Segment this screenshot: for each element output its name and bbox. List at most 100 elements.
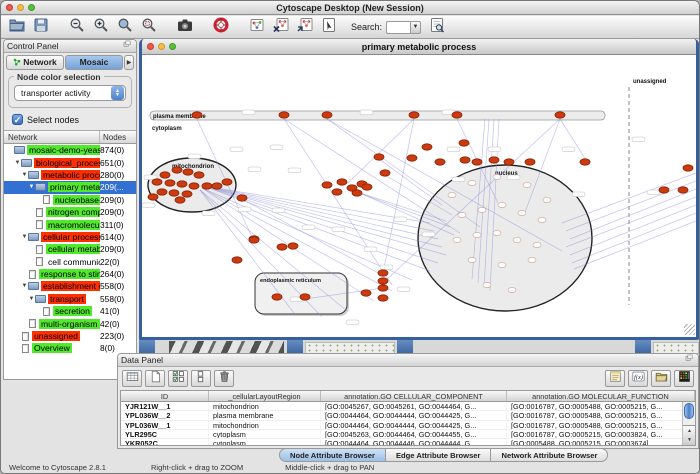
tree-row-transport[interactable]: ▼transport558(0) bbox=[4, 293, 136, 305]
tree-row-cellular-metabol[interactable]: cellular metabol209(0) bbox=[4, 243, 136, 255]
graph-node bbox=[194, 172, 204, 178]
select-attributes-button[interactable] bbox=[168, 370, 188, 387]
notes-icon bbox=[609, 370, 622, 388]
tree-column-nodes[interactable]: Nodes bbox=[100, 131, 136, 143]
table-row[interactable]: YPL036W__1mitochondrion[GO:0044464, GO:0… bbox=[121, 421, 695, 430]
tree-row-secretion[interactable]: secretion41(0) bbox=[4, 305, 136, 317]
graph-node bbox=[182, 191, 192, 197]
search-dropdown-arrow[interactable]: ▼ bbox=[410, 21, 421, 34]
zoom-fit-button[interactable] bbox=[139, 18, 158, 37]
attribute-list-button[interactable] bbox=[191, 370, 211, 387]
import-attributes-icon bbox=[655, 370, 668, 388]
zoom-selected-button[interactable] bbox=[115, 18, 134, 37]
open-file-button[interactable] bbox=[7, 18, 26, 37]
node-color-dropdown[interactable]: transporter activity ▲▼ bbox=[14, 85, 126, 101]
tree-row-nucleobase-[interactable]: nucleobase-209(0) bbox=[4, 194, 136, 206]
column-header[interactable]: _cellularLayoutRegion bbox=[209, 391, 321, 401]
tab-overflow-arrow[interactable]: ▶ bbox=[124, 55, 134, 70]
create-view-button[interactable] bbox=[295, 18, 314, 37]
search-input[interactable] bbox=[386, 21, 410, 34]
tab-network[interactable]: Network bbox=[6, 55, 64, 70]
tree-row-response-to-stimul[interactable]: response to stimul264(0) bbox=[4, 268, 136, 280]
select-nodes-checkbox[interactable]: ✓ bbox=[12, 114, 23, 125]
notes-button[interactable] bbox=[605, 370, 625, 387]
tree-row-macromolecule[interactable]: macromolecule311(0) bbox=[4, 218, 136, 230]
tree-row-cellular-process[interactable]: ▼cellular process614(0) bbox=[4, 231, 136, 243]
data-panel-title: Data Panel bbox=[121, 355, 163, 365]
tree-row-primary-metabol[interactable]: ▼primary metabol209(... bbox=[4, 181, 136, 193]
formula-builder-button[interactable]: f(x) bbox=[628, 370, 648, 387]
select-nodes-label: Select nodes bbox=[27, 115, 79, 125]
expander-icon[interactable]: ▼ bbox=[21, 283, 28, 289]
snapshot-camera-button[interactable] bbox=[175, 18, 194, 37]
delete-attribute-icon bbox=[218, 370, 231, 388]
table-row[interactable]: YPL036W__2plasma membrane[GO:0044464, GO… bbox=[121, 411, 695, 420]
tree-row-multi-organism-pro[interactable]: multi-organism pro42(0) bbox=[4, 317, 136, 329]
tab-mosaic[interactable]: Mosaic bbox=[65, 55, 123, 70]
destroy-view-button[interactable] bbox=[271, 18, 290, 37]
delete-attribute-button[interactable] bbox=[214, 370, 234, 387]
graph-node bbox=[409, 112, 419, 118]
tree-row-mosaic-demo-yeast[interactable]: mosaic-demo-yeast874(0) bbox=[4, 144, 136, 156]
graph-node bbox=[237, 195, 247, 201]
save-session-button[interactable] bbox=[31, 18, 50, 37]
tree-row-node-count: 311(0) bbox=[100, 220, 136, 230]
tree-row-establishment-of-lo[interactable]: ▼establishment of lo558(0) bbox=[4, 280, 136, 292]
graph-node bbox=[435, 159, 445, 165]
column-header[interactable]: ID bbox=[121, 391, 209, 401]
tab-edge-attribute-browser[interactable]: Edge Attribute Browser bbox=[386, 448, 492, 462]
table-row[interactable]: YKR052Ccytoplasm[GO:0044464, GO:0044446,… bbox=[121, 439, 695, 446]
tree-column-network[interactable]: Network bbox=[4, 131, 100, 143]
graph-node bbox=[212, 183, 222, 189]
table-cell: [GO:0044464, GO:0044444, GO:0044425, G..… bbox=[321, 411, 507, 419]
help-lifesaver-button[interactable] bbox=[211, 18, 230, 37]
new-attribute-button[interactable] bbox=[145, 370, 165, 387]
tree-row-biological-process[interactable]: ▼biological_process651(0) bbox=[4, 156, 136, 168]
table-scrollbar[interactable]: ▲▼ bbox=[682, 402, 695, 445]
tab-node-attribute-browser[interactable]: Node Attribute Browser bbox=[279, 448, 386, 462]
network-window-titlebar[interactable]: primary metabolic process bbox=[142, 39, 696, 55]
column-header[interactable]: annotation.GO CELLULAR_COMPONENT bbox=[321, 391, 507, 401]
float-panel-icon[interactable] bbox=[685, 354, 695, 366]
graph-node bbox=[380, 170, 390, 176]
network-canvas[interactable]: plasma membranecytoplasmmitochondrionnuc… bbox=[142, 55, 696, 336]
tree-row-nitrogen-compo[interactable]: nitrogen compo209(0) bbox=[4, 206, 136, 218]
document-icon bbox=[22, 344, 29, 353]
graph-node bbox=[422, 144, 432, 150]
scrollbar-thumb[interactable] bbox=[684, 403, 694, 419]
expander-icon[interactable]: ▼ bbox=[28, 296, 35, 302]
heatmap-button[interactable] bbox=[674, 370, 694, 387]
import-attributes-button[interactable] bbox=[651, 370, 671, 387]
select-mode-button[interactable] bbox=[319, 18, 338, 37]
resize-grip[interactable] bbox=[684, 324, 695, 335]
float-panel-icon[interactable] bbox=[123, 40, 133, 52]
table-cell: mitochondrion bbox=[209, 402, 321, 410]
table-cell: YPL036W__1 bbox=[121, 421, 209, 429]
tree-row-overview[interactable]: Overview8(0) bbox=[4, 342, 136, 354]
tree-row-metabolic-process[interactable]: ▼metabolic process280(0) bbox=[4, 169, 136, 181]
tree-row-node-count: 280(0) bbox=[100, 170, 136, 180]
expander-icon[interactable]: ▼ bbox=[28, 184, 35, 190]
zoom-in-button[interactable] bbox=[91, 18, 110, 37]
graph-node bbox=[678, 187, 688, 193]
scrollbar-arrows[interactable]: ▲▼ bbox=[683, 425, 696, 445]
expander-icon[interactable]: ▼ bbox=[21, 234, 28, 240]
graph-node bbox=[232, 257, 242, 263]
column-header[interactable]: annotation.GO MOLECULAR_FUNCTION bbox=[507, 391, 695, 401]
graph-node bbox=[222, 179, 232, 185]
advanced-search-button[interactable] bbox=[427, 18, 446, 37]
tab-network-attribute-browser[interactable]: Network Attribute Browser bbox=[491, 448, 608, 462]
tree-row-label: Overview bbox=[32, 343, 72, 353]
expander-icon[interactable]: ▼ bbox=[21, 172, 28, 178]
table-row[interactable]: YLR295Ccytoplasm[GO:0045263, GO:0044464,… bbox=[121, 430, 695, 439]
attribute-table-button[interactable] bbox=[122, 370, 142, 387]
zoom-out-button[interactable] bbox=[67, 18, 86, 37]
table-row[interactable]: YJR121W__1mitochondrion[GO:0045267, GO:0… bbox=[121, 402, 695, 411]
tree-row-unassigned[interactable]: unassigned223(0) bbox=[4, 330, 136, 342]
expander-icon[interactable]: ▼ bbox=[14, 160, 21, 166]
network-window-title: primary metabolic process bbox=[142, 42, 696, 52]
control-panel-title: Control Panel bbox=[7, 41, 59, 51]
tree-row-cell-communicat[interactable]: cell communicat22(0) bbox=[4, 256, 136, 268]
network-panel-button[interactable] bbox=[247, 18, 266, 37]
graph-node bbox=[175, 197, 185, 203]
